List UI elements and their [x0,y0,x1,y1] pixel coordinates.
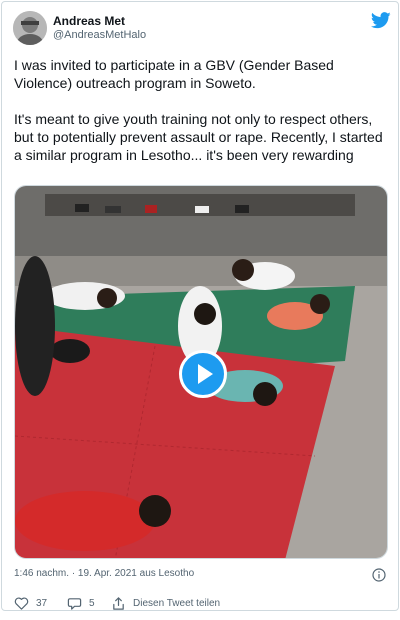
tweet-text: I was invited to participate in a GBV (G… [14,56,392,182]
tweet-card: Andreas Met @AndreasMetHalo I was invite… [1,1,399,611]
tweet-meta: 1:46 nachm. · 19. Apr. 2021 aus Lesotho [14,568,388,584]
tweet-actions: 37 5 Diesen Tweet teilen [14,596,388,612]
reply-count: 5 [89,598,95,609]
reply-button[interactable]: 5 [67,596,95,611]
heart-icon [14,597,29,610]
author-name[interactable]: Andreas Met [53,14,125,28]
tweet-timestamp[interactable]: 1:46 nachm. · 19. Apr. 2021 aus Lesotho [14,568,194,579]
share-button[interactable]: Diesen Tweet teilen [111,596,220,611]
share-icon [113,597,124,610]
tweet-paragraph-1: I was invited to participate in a GBV (G… [14,57,334,91]
play-icon [198,364,213,384]
like-count: 37 [36,598,48,609]
author-avatar[interactable] [13,11,47,45]
tweet-header: Andreas Met @AndreasMetHalo [13,11,391,47]
author-handle[interactable]: @AndreasMetHalo [53,29,146,41]
like-button[interactable]: 37 [14,596,47,611]
tweet-paragraph-2: It's meant to give youth training not on… [14,111,383,163]
info-icon[interactable] [372,568,386,582]
video-thumbnail[interactable] [14,185,388,559]
share-label: Diesen Tweet teilen [133,598,221,609]
reply-bubble-icon [67,598,82,610]
twitter-bird-icon[interactable] [370,12,391,29]
play-button[interactable] [179,350,227,398]
